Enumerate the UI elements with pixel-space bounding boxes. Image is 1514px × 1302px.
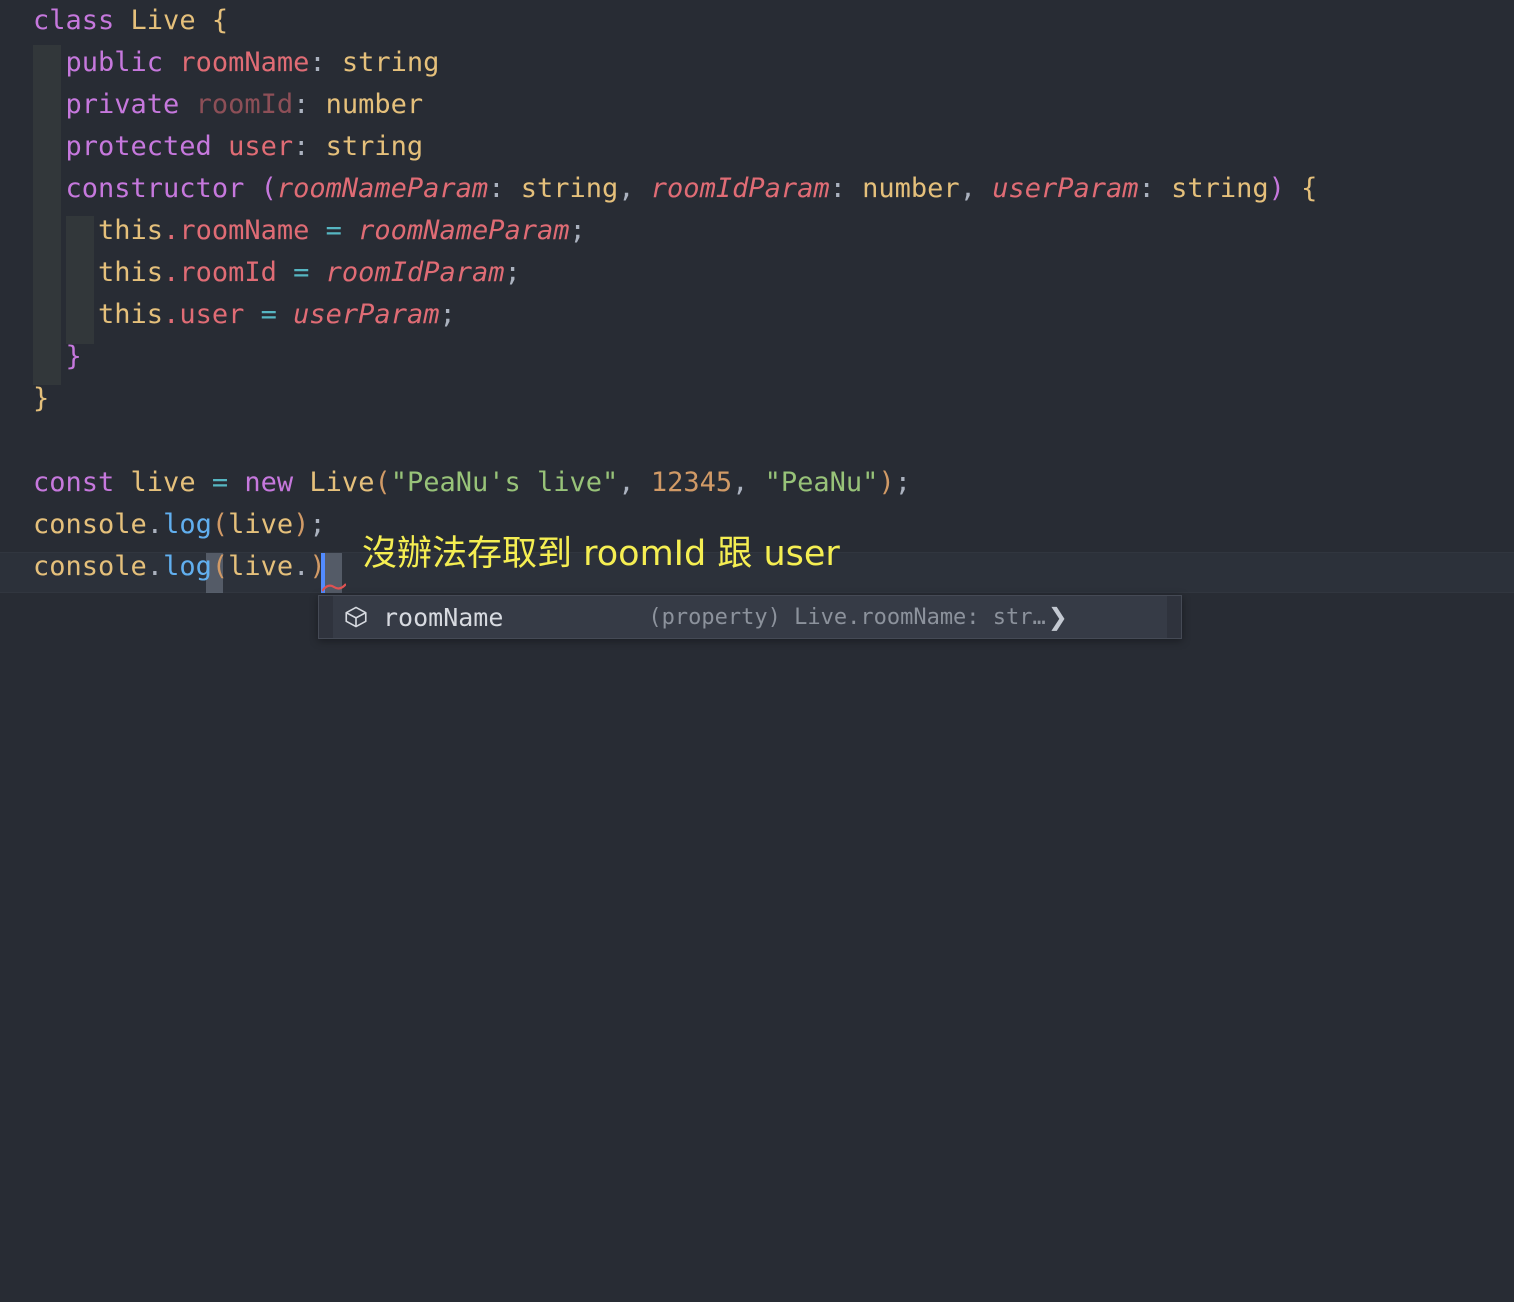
token-semicolon: ; — [439, 299, 456, 330]
suggestion-detail: (property) Live.roomName: str… — [648, 604, 1046, 630]
token-colon: : — [829, 173, 846, 204]
token-number-arg2: 12345 — [650, 467, 733, 498]
token-brace-open: { — [211, 5, 229, 36]
token-keyword-constructor: constructor — [65, 173, 245, 204]
token-brace-close: } — [65, 341, 82, 372]
token-colon: : — [309, 47, 326, 78]
token-string-arg1: "PeaNu's live" — [390, 467, 619, 498]
token-type-number: number — [325, 89, 424, 120]
token-paren-open: ( — [260, 173, 277, 204]
chevron-right-icon[interactable]: ❯ — [1048, 603, 1068, 631]
token-paren-close: ) — [878, 467, 895, 498]
token-modifier-private: private — [65, 89, 180, 120]
property-cube-icon — [345, 606, 367, 628]
token-operator-assign: = — [260, 299, 277, 330]
code-editor[interactable]: class Live { public roomName: string pri… — [0, 0, 1514, 664]
token-this: this — [98, 257, 164, 288]
token-param-roomNameParam: roomNameParam — [276, 173, 489, 204]
token-dot: . — [163, 257, 180, 288]
token-dot: . — [146, 551, 164, 582]
token-dot: . — [293, 551, 310, 582]
token-type-string: string — [325, 131, 424, 162]
token-colon: : — [488, 173, 505, 204]
token-paren-close: ) — [1268, 173, 1285, 204]
token-param-roomIdParam: roomIdParam — [650, 173, 830, 204]
token-modifier-protected: protected — [65, 131, 212, 162]
token-value-roomNameParam: roomNameParam — [358, 215, 570, 246]
token-field-roomName: roomName — [179, 47, 310, 78]
token-colon: : — [1138, 173, 1155, 204]
token-paren-close: ) — [293, 509, 310, 540]
token-param-userParam: userParam — [992, 173, 1139, 204]
token-semicolon: ; — [309, 509, 326, 540]
token-comma: , — [618, 173, 635, 204]
token-paren-open: ( — [211, 509, 229, 540]
token-arg-live: live — [228, 509, 294, 540]
token-keyword-new: new — [244, 467, 294, 498]
token-keyword-class: class — [33, 5, 115, 36]
token-comma: , — [618, 467, 635, 498]
token-field-user: user — [228, 131, 294, 162]
token-keyword-const: const — [33, 467, 115, 498]
token-object-console: console — [33, 509, 147, 540]
token-this: this — [98, 299, 164, 330]
suggestion-label: roomName — [383, 602, 504, 632]
token-paren-open: ( — [211, 551, 229, 582]
token-field-roomId: roomId — [195, 89, 294, 120]
token-prop-user: user — [179, 299, 245, 330]
token-var-live: live — [130, 467, 196, 498]
token-semicolon: ; — [569, 215, 586, 246]
token-arg-live: live — [228, 551, 294, 582]
token-type-number: number — [862, 173, 960, 204]
token-paren-open: ( — [374, 467, 391, 498]
token-dot: . — [146, 509, 164, 540]
token-method-log: log — [163, 551, 212, 582]
code-line-1[interactable]: class Live { — [0, 0, 1514, 42]
annotation-note: 沒辦法存取到 roomId 跟 user — [362, 534, 840, 574]
token-value-roomIdParam: roomIdParam — [325, 257, 505, 288]
token-semicolon: ; — [504, 257, 521, 288]
token-prop-roomId: roomId — [179, 257, 277, 288]
token-value-userParam: userParam — [293, 299, 440, 330]
token-operator-assign: = — [211, 467, 229, 498]
token-type-string: string — [520, 173, 619, 204]
suggestion-item-roomName[interactable]: roomName (property) Live.roomName: str… … — [333, 596, 1167, 638]
token-type-string: string — [341, 47, 440, 78]
token-dot: . — [163, 215, 180, 246]
token-operator-assign: = — [293, 257, 310, 288]
code-line-11-blank[interactable] — [0, 420, 1514, 462]
token-operator-assign: = — [325, 215, 342, 246]
token-this: this — [98, 215, 164, 246]
token-object-console: console — [33, 551, 147, 582]
token-comma: , — [959, 173, 976, 204]
token-colon: : — [293, 131, 310, 162]
token-prop-roomName: roomName — [179, 215, 310, 246]
token-dot: . — [163, 299, 180, 330]
token-brace-close: } — [33, 383, 50, 414]
token-class-name: Live — [130, 5, 196, 36]
token-string-arg3: "PeaNu" — [764, 467, 879, 498]
token-brace-open: { — [1301, 173, 1318, 204]
token-method-log: log — [163, 509, 212, 540]
autocomplete-suggestion-widget[interactable]: roomName (property) Live.roomName: str… … — [318, 595, 1182, 639]
token-class-name: Live — [309, 467, 375, 498]
token-comma: , — [732, 467, 749, 498]
token-type-string: string — [1171, 173, 1269, 204]
error-squiggle-icon — [322, 583, 346, 592]
token-semicolon: ; — [894, 467, 911, 498]
token-modifier-public: public — [65, 47, 164, 78]
token-colon: : — [293, 89, 310, 120]
